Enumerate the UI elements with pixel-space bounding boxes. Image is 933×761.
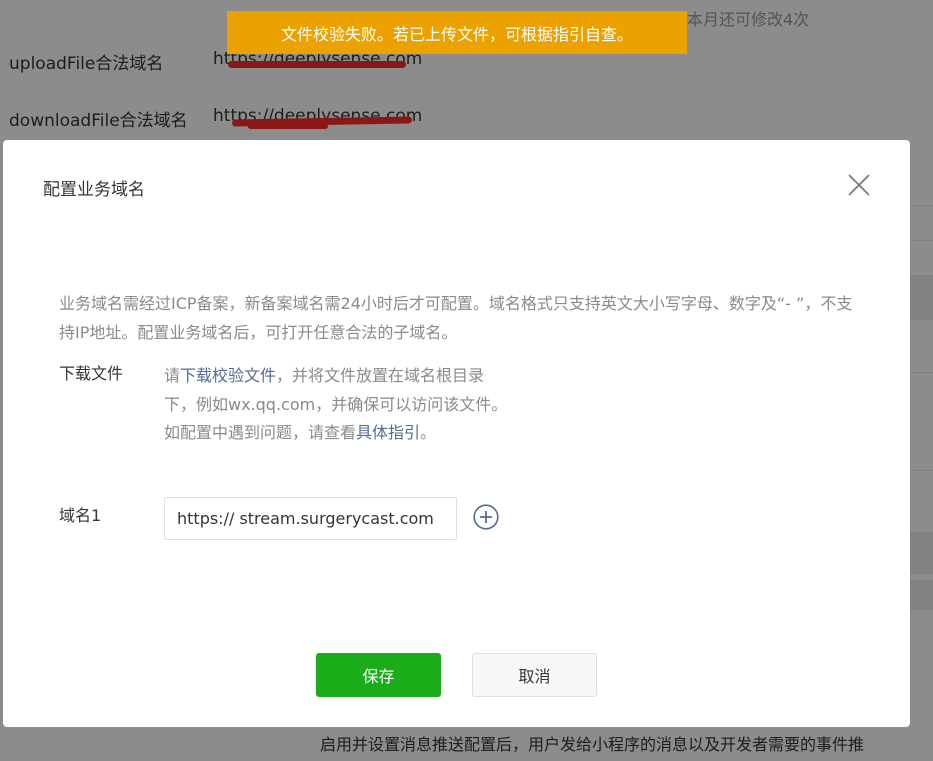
close-icon [848,174,870,196]
cancel-button[interactable]: 取消 [472,653,597,697]
dialog-title: 配置业务域名 [43,180,145,200]
detailed-guide-link[interactable]: 具体指引 [356,423,420,442]
error-toast: 文件校验失败。若已上传文件，可根据指引自查。 [227,11,687,54]
domain-notice-text: 业务域名需经过ICP备案，新备案域名需24小时后才可配置。域名格式只支持英文大小… [59,294,853,342]
domain-1-label: 域名1 [59,506,102,525]
download-instructions: 请下载校验文件，并将文件放置在域名根目录下，例如wx.qq.com，并确保可以访… [164,362,509,448]
close-button[interactable] [845,171,873,199]
instructions-suffix: 。 [420,423,437,442]
download-file-label: 下载文件 [59,364,124,383]
plus-circle-icon [473,504,499,530]
domain-1-input[interactable] [164,497,457,540]
download-verification-file-link[interactable]: 下载校验文件 [180,366,276,385]
save-button[interactable]: 保存 [316,653,441,697]
instructions-prefix: 请 [164,366,181,385]
configure-domain-dialog: 配置业务域名 业务域名需经过ICP备案，新备案域名需24小时后才可配置。域名格式… [3,140,910,727]
add-domain-button[interactable] [473,504,499,530]
